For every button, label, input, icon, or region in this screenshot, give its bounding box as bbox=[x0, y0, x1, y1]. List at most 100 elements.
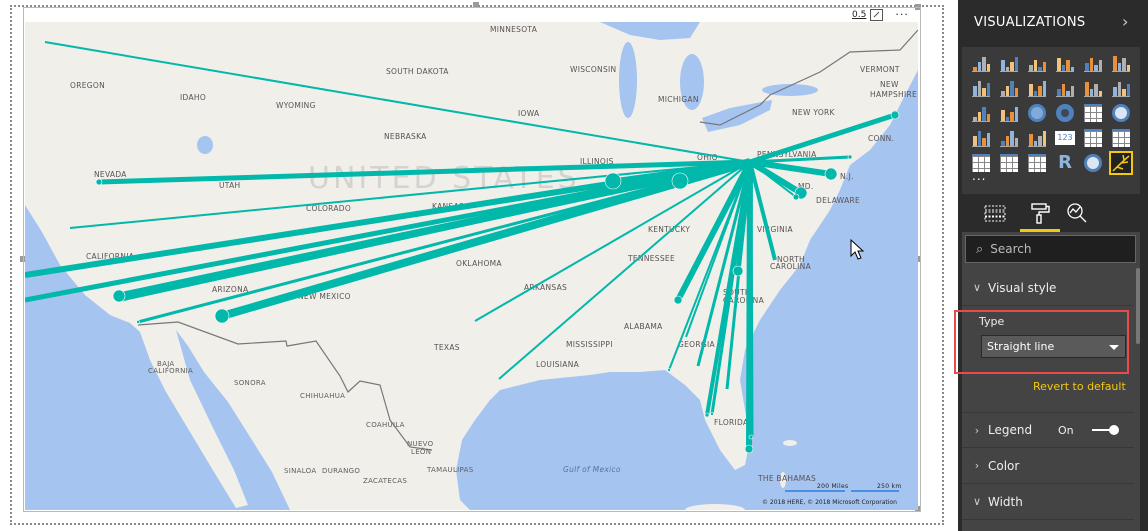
scatter-icon[interactable] bbox=[999, 103, 1019, 123]
pane-tabs bbox=[962, 194, 1140, 232]
kpi-icon[interactable] bbox=[1111, 128, 1131, 148]
flow-endpoint[interactable] bbox=[604, 172, 622, 190]
section-label: Color bbox=[988, 458, 1020, 473]
flow-map-icon[interactable] bbox=[1109, 151, 1133, 175]
100-stacked-bar-icon[interactable] bbox=[1083, 53, 1103, 73]
focus-mode-icon[interactable] bbox=[870, 8, 884, 21]
type-value: Straight line bbox=[987, 340, 1055, 353]
revert-to-default-link[interactable]: Revert to default bbox=[1033, 380, 1126, 393]
type-label: Type bbox=[979, 315, 1005, 328]
dropdown-arrow-icon bbox=[1109, 345, 1119, 350]
chevron-down-icon: ∨ bbox=[972, 495, 982, 508]
pane-header: VISUALIZATIONS › bbox=[962, 0, 1140, 46]
flow-map[interactable]: UNITED STATESMINNESOTASOUTH DAKOTA WISCON… bbox=[0, 0, 958, 531]
pie-icon[interactable] bbox=[1027, 103, 1047, 123]
region-label: CALIFORNIA bbox=[148, 367, 193, 375]
map-icon[interactable] bbox=[1111, 103, 1131, 123]
line-clustered-column-icon[interactable] bbox=[1083, 78, 1103, 98]
flow-endpoint[interactable] bbox=[710, 412, 714, 416]
matrix-icon[interactable] bbox=[1027, 153, 1047, 173]
pane-title: VISUALIZATIONS bbox=[974, 15, 1086, 30]
region-label: COAHUILA bbox=[366, 421, 405, 429]
multi-row-card-icon[interactable] bbox=[1083, 128, 1103, 148]
region-label: CHIHUAHUA bbox=[300, 392, 345, 400]
legend-toggle-state: On bbox=[1058, 423, 1074, 437]
card-icon[interactable]: 123 bbox=[1055, 128, 1075, 148]
waterfall-icon[interactable] bbox=[971, 103, 991, 123]
section-color[interactable]: › Color bbox=[962, 448, 1134, 484]
region-label: NUEVO bbox=[407, 440, 434, 448]
flow-endpoint[interactable] bbox=[667, 368, 671, 372]
donut-icon[interactable] bbox=[1055, 103, 1075, 123]
state-label: VERMONT bbox=[860, 65, 900, 74]
line-stacked-column-icon[interactable] bbox=[1055, 78, 1075, 98]
visual-gallery: ... 123 R bbox=[962, 47, 1140, 194]
scrollbar[interactable] bbox=[1136, 268, 1140, 344]
state-label: ALABAMA bbox=[624, 322, 663, 331]
sea-label: Gulf of Mexico bbox=[563, 465, 621, 474]
search-input[interactable]: ⌕ Search bbox=[965, 235, 1136, 263]
fields-icon[interactable] bbox=[980, 200, 1010, 226]
flow-endpoint[interactable] bbox=[748, 434, 754, 440]
stacked-column-icon[interactable] bbox=[999, 53, 1019, 73]
state-label: MICHIGAN bbox=[658, 95, 699, 104]
chevron-right-icon: › bbox=[974, 423, 980, 437]
type-dropdown[interactable]: Straight line bbox=[981, 335, 1126, 358]
section-label: Visual style bbox=[988, 280, 1057, 295]
region-label: TAMAULIPAS bbox=[426, 466, 474, 474]
state-label: ARIZONA bbox=[212, 285, 249, 294]
region-label: LEÓN bbox=[411, 447, 431, 456]
funnel-icon[interactable] bbox=[999, 128, 1019, 148]
area-icon[interactable] bbox=[999, 78, 1019, 98]
section-width[interactable]: ∨ Width bbox=[962, 484, 1134, 520]
treemap-icon[interactable] bbox=[1083, 103, 1103, 123]
flow-endpoint[interactable] bbox=[890, 110, 900, 120]
flow-endpoint[interactable] bbox=[704, 412, 710, 418]
flow-line[interactable] bbox=[746, 161, 753, 450]
100-stacked-column-icon[interactable] bbox=[1111, 53, 1131, 73]
stacked-bar-icon[interactable] bbox=[971, 53, 991, 73]
section-visual-style[interactable]: ∨ Visual style bbox=[962, 270, 1134, 306]
flow-endpoint[interactable] bbox=[824, 167, 838, 181]
flow-endpoint[interactable] bbox=[792, 193, 800, 201]
clustered-column-icon[interactable] bbox=[1055, 53, 1075, 73]
state-label: WISCONSIN bbox=[570, 65, 616, 74]
line-icon[interactable] bbox=[971, 78, 991, 98]
flow-endpoint[interactable] bbox=[112, 289, 126, 303]
analytics-icon[interactable] bbox=[1062, 200, 1092, 226]
flow-endpoint[interactable] bbox=[214, 308, 230, 324]
ribbon-icon[interactable] bbox=[1111, 78, 1131, 98]
stacked-area-icon[interactable] bbox=[1027, 78, 1047, 98]
search-icon: ⌕ bbox=[976, 241, 984, 257]
flow-endpoint[interactable] bbox=[136, 320, 140, 324]
table-icon[interactable] bbox=[999, 153, 1019, 173]
state-label: GEORGIA bbox=[678, 340, 715, 349]
clustered-bar-icon[interactable] bbox=[1027, 53, 1047, 73]
flow-endpoint[interactable] bbox=[732, 265, 744, 277]
filled-map-icon[interactable] bbox=[971, 128, 991, 148]
state-label: MISSISSIPPI bbox=[566, 340, 613, 349]
search-placeholder: Search bbox=[990, 242, 1032, 256]
slicer-icon[interactable] bbox=[971, 153, 991, 173]
region-label: SINALOA bbox=[284, 467, 316, 475]
state-label: VIRGINIA bbox=[757, 225, 793, 234]
flow-endpoint[interactable] bbox=[95, 178, 103, 186]
flow-endpoint[interactable] bbox=[671, 172, 689, 190]
globe-map-icon[interactable] bbox=[1083, 153, 1103, 173]
state-label: NEW bbox=[880, 80, 899, 89]
more-options-button[interactable]: ··· bbox=[895, 8, 909, 21]
chevron-right-icon[interactable]: › bbox=[1122, 12, 1128, 31]
legend-toggle[interactable] bbox=[1090, 424, 1120, 436]
format-paint-roller-icon[interactable] bbox=[1025, 200, 1055, 226]
section-legend[interactable]: › Legend On bbox=[962, 412, 1134, 448]
flow-endpoint[interactable] bbox=[673, 295, 683, 305]
flow-endpoint[interactable] bbox=[847, 154, 853, 160]
r-script-icon[interactable]: R bbox=[1055, 153, 1075, 173]
section-label: Width bbox=[988, 494, 1023, 509]
gauge-icon[interactable] bbox=[1027, 128, 1047, 148]
state-label: UTAH bbox=[219, 181, 240, 190]
flow-endpoint[interactable] bbox=[744, 444, 754, 454]
state-label: SOUTH DAKOTA bbox=[386, 67, 449, 76]
chevron-down-icon: ∨ bbox=[972, 281, 982, 294]
state-label: OREGON bbox=[70, 81, 105, 90]
